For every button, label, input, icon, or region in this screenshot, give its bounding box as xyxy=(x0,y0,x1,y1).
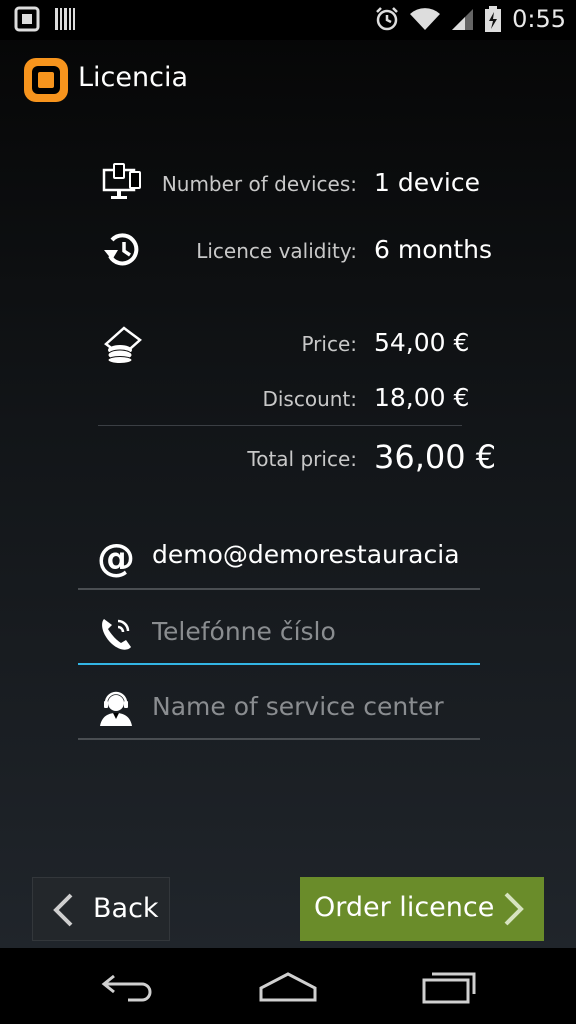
cell-signal-icon xyxy=(452,9,474,30)
total-price-label: Total price: xyxy=(247,447,357,471)
status-bar-right: 0:55 xyxy=(374,5,566,33)
phone-call-icon xyxy=(102,619,131,650)
wifi-icon xyxy=(410,8,441,30)
chevron-left-icon xyxy=(53,893,73,927)
devices-icon xyxy=(102,163,141,199)
validity-label: Licence validity: xyxy=(196,239,357,263)
price-value: 54,00 € xyxy=(374,328,470,357)
licence-validity-icon xyxy=(104,233,139,266)
recent-apps-nav-icon[interactable] xyxy=(420,966,480,1006)
email-value[interactable]: demo@demorestauracia xyxy=(152,540,478,569)
back-nav-icon[interactable] xyxy=(98,966,158,1006)
battery-charging-icon xyxy=(485,6,502,32)
status-time: 0:55 xyxy=(512,5,566,33)
svg-text:@: @ xyxy=(97,538,135,578)
phone-field[interactable] xyxy=(78,605,480,665)
phone-input[interactable] xyxy=(152,611,472,651)
order-licence-button[interactable]: Order licence xyxy=(300,877,544,941)
screen: 0:55 Licencia Number of devices: 1 devic… xyxy=(0,0,576,948)
chevron-right-icon xyxy=(504,892,524,926)
order-licence-label: Order licence xyxy=(314,892,495,923)
price-label: Price: xyxy=(301,332,357,356)
navigation-bar xyxy=(0,948,576,1024)
at-sign-icon: @ xyxy=(97,538,135,578)
back-button[interactable]: Back xyxy=(32,877,170,941)
discount-value: 18,00 € xyxy=(374,383,470,412)
price-coins-icon xyxy=(104,326,142,364)
discount-label: Discount: xyxy=(262,387,357,411)
barcode-icon xyxy=(55,8,75,30)
app-title: Licencia xyxy=(78,62,189,93)
service-center-field[interactable] xyxy=(78,680,480,740)
total-price-value: 36,00 € xyxy=(374,438,497,476)
home-nav-icon[interactable] xyxy=(258,966,318,1006)
service-center-input[interactable] xyxy=(152,686,472,726)
app-notification-icon xyxy=(14,6,40,32)
status-bar-left xyxy=(14,6,76,32)
back-button-label: Back xyxy=(93,893,159,924)
validity-value: 6 months xyxy=(374,235,493,264)
status-bar: 0:55 xyxy=(0,0,576,40)
alarm-icon xyxy=(376,7,398,31)
email-field[interactable]: @ demo@demorestauracia xyxy=(78,530,480,590)
action-bar: Licencia xyxy=(0,40,576,120)
devices-label: Number of devices: xyxy=(161,172,357,196)
devices-value: 1 device xyxy=(374,168,480,197)
app-logo-icon[interactable] xyxy=(22,56,70,104)
total-divider xyxy=(98,425,462,426)
support-agent-icon xyxy=(100,691,132,726)
